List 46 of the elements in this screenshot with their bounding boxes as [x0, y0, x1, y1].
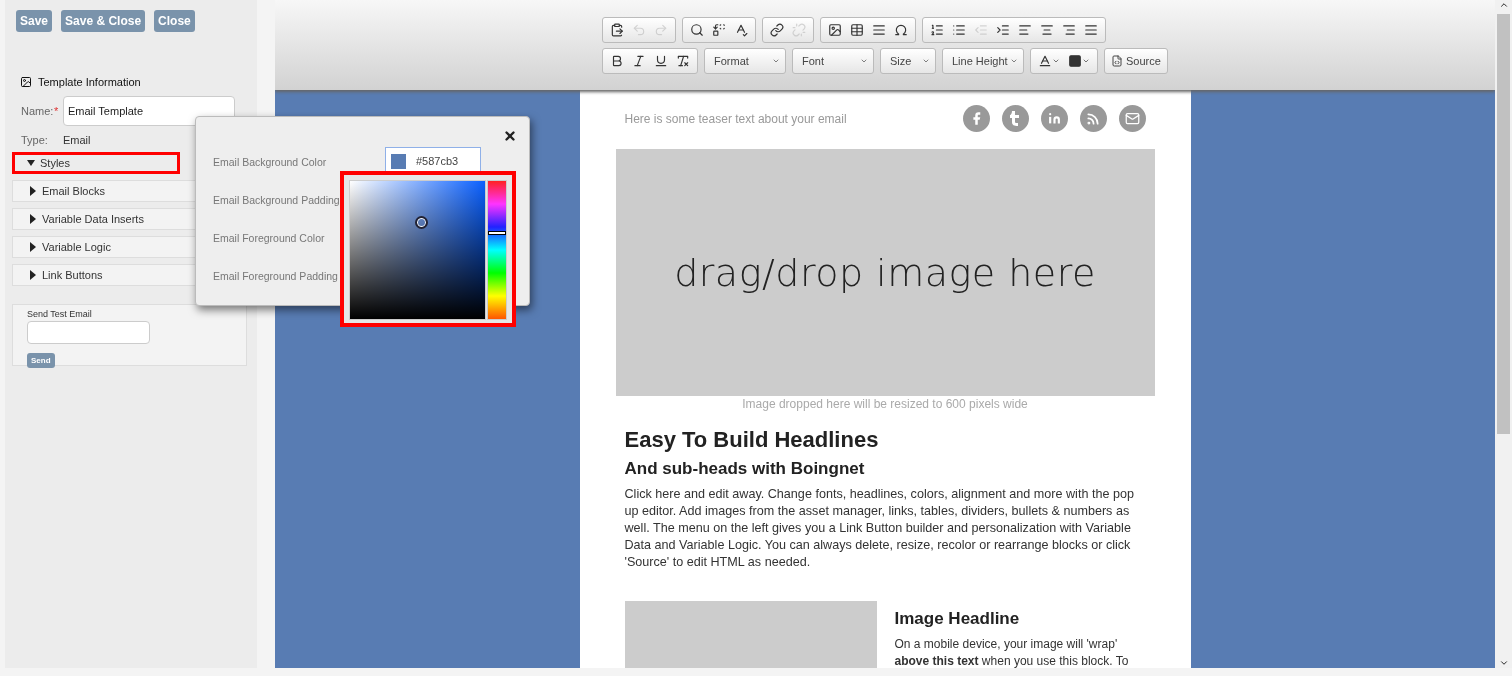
setting-label: Email Background Color	[213, 156, 327, 170]
section-title: Template Information	[38, 76, 141, 88]
caret-down-icon	[27, 158, 35, 168]
dropdown[interactable]: Format	[704, 47, 786, 74]
picker-cursor	[415, 216, 428, 229]
field-label: Name:	[21, 105, 54, 117]
dropdown[interactable]: Font	[792, 47, 874, 74]
close-icon[interactable]	[503, 129, 517, 143]
caret-right-icon	[29, 242, 37, 252]
linkedin-icon[interactable]	[1040, 105, 1068, 132]
field-label: Type:	[21, 134, 49, 146]
caret-right-icon	[29, 214, 37, 224]
caret-right-icon	[29, 186, 37, 196]
mail-icon[interactable]	[1118, 105, 1146, 132]
dropdown[interactable]: Line Height	[942, 47, 1024, 74]
facebook-icon[interactable]	[962, 105, 990, 132]
scroll-thumb[interactable]	[1497, 14, 1510, 434]
saturation-area[interactable]	[349, 180, 486, 320]
letter-underline-icon	[1038, 53, 1052, 68]
filled-square-icon	[1068, 53, 1082, 68]
body-text: On a mobile device, your image will 'wrap' above this text when you use this block. To	[894, 636, 1130, 668]
email-field[interactable]	[27, 321, 150, 344]
drop-prompt: drag/drop image here	[674, 250, 1096, 295]
teaser-text: Here is some teaser text about your email	[624, 111, 847, 126]
rss-icon[interactable]	[1079, 105, 1107, 132]
subheading: And sub-heads with Boingnet	[624, 459, 866, 479]
t-logo-icon[interactable]	[1001, 105, 1029, 132]
image-caption: Image dropped here will be resized to 600 pixels wide	[741, 397, 1029, 411]
scroll-up-icon[interactable]	[1498, 0, 1509, 10]
hue-handle[interactable]	[488, 231, 506, 236]
picture-icon	[20, 76, 32, 88]
body-text: Click here and edit away. Change fonts, headlines, colors, alignment and more with the pop up editor. Add images from the asset manager, links, tables, dividers, bullets & numbers as well. The menu on the left gives you a Link Button builder and personalization with Variable Data and Variable Logic. You can always delete, resize, recolor or rearrange blocks or click 'Source' to edit HTML as needed.	[624, 486, 1135, 571]
dropdown[interactable]: Size	[880, 47, 936, 74]
source-button[interactable]: Source	[1104, 47, 1168, 74]
field-label: Send Test Email	[27, 309, 93, 319]
image-headline: Image Headline	[894, 609, 1021, 629]
accordion-header[interactable]: Styles	[12, 152, 180, 174]
caret-right-icon	[29, 270, 37, 280]
field-value: Email	[63, 134, 91, 146]
hue-slider[interactable]	[487, 180, 507, 320]
scroll-down-icon[interactable]	[1498, 658, 1509, 668]
required-mark: *	[54, 105, 60, 117]
name-field[interactable]: Email Template	[63, 96, 235, 126]
color-value: #587cb3	[416, 155, 459, 167]
code-file-icon	[1111, 54, 1123, 67]
headline: Easy To Build Headlines	[624, 427, 880, 453]
